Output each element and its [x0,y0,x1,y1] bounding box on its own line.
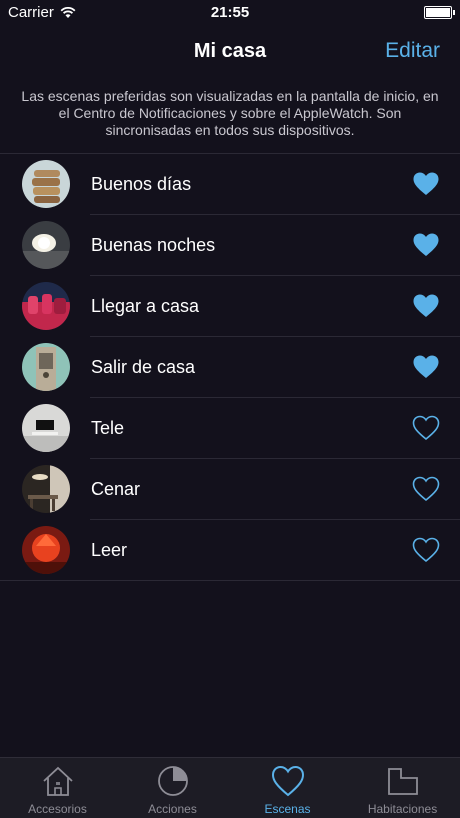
scene-row-buenas-noches[interactable]: Buenas noches [0,215,460,276]
tab-habitaciones[interactable]: Habitaciones [345,758,460,818]
heart-outline-icon[interactable] [412,415,440,441]
scene-label: Buenos días [91,174,192,194]
tab-label: Acciones [148,802,197,816]
scene-thumbnail-image [22,221,70,269]
scene-thumbnail-image [22,160,70,208]
scene-row-salir-de-casa[interactable]: Salir de casa [0,337,460,398]
scene-label: Tele [91,418,125,438]
heart-outline-icon[interactable] [412,476,440,502]
navigation-bar: Mi casa Editar [0,28,460,76]
scene-label: Llegar a casa [91,296,200,316]
edit-button[interactable]: Editar [385,39,440,63]
tab-bar: Accesorios Acciones Escenas Habitaciones [0,757,460,818]
scene-row-cenar[interactable]: Cenar [0,459,460,520]
scene-thumbnail-image [22,404,70,452]
heart-filled-icon[interactable] [412,171,440,197]
battery-icon [424,6,455,19]
scene-thumbnail-image [22,343,70,391]
scene-thumbnail-image [22,282,70,330]
tab-label: Accesorios [28,802,87,816]
scene-label: Leer [91,540,128,560]
status-bar: Carrier 21:55 [0,0,460,26]
heart-filled-icon[interactable] [412,232,440,258]
house-icon [42,766,73,796]
heart-icon [271,765,304,797]
heart-filled-icon[interactable] [412,293,440,319]
tab-label: Habitaciones [367,802,438,816]
scene-row-leer[interactable]: Leer [0,520,460,581]
scene-thumbnail-image [22,526,70,574]
scene-label: Salir de casa [91,357,196,377]
tab-accesorios[interactable]: Accesorios [0,758,115,818]
floor-plan-icon [387,768,418,795]
heart-outline-icon[interactable] [412,537,440,563]
scene-thumbnail-image [22,465,70,513]
tab-acciones[interactable]: Acciones [115,758,230,818]
scene-list: Buenos días Buenas noches Llegar a casa [0,154,460,581]
heart-filled-icon[interactable] [412,354,440,380]
favorites-description: Las escenas preferidas son visualizadas … [21,88,439,138]
scene-row-llegar-a-casa[interactable]: Llegar a casa [0,276,460,337]
scene-label: Buenas noches [91,235,216,255]
status-time: 21:55 [210,4,250,21]
tab-escenas[interactable]: Escenas [230,758,345,818]
tab-label: Escenas [264,802,311,816]
scene-row-tele[interactable]: Tele [0,398,460,459]
scene-row-buenos-dias[interactable]: Buenos días [0,154,460,215]
pie-chart-icon [157,766,188,796]
scene-label: Cenar [91,479,141,499]
